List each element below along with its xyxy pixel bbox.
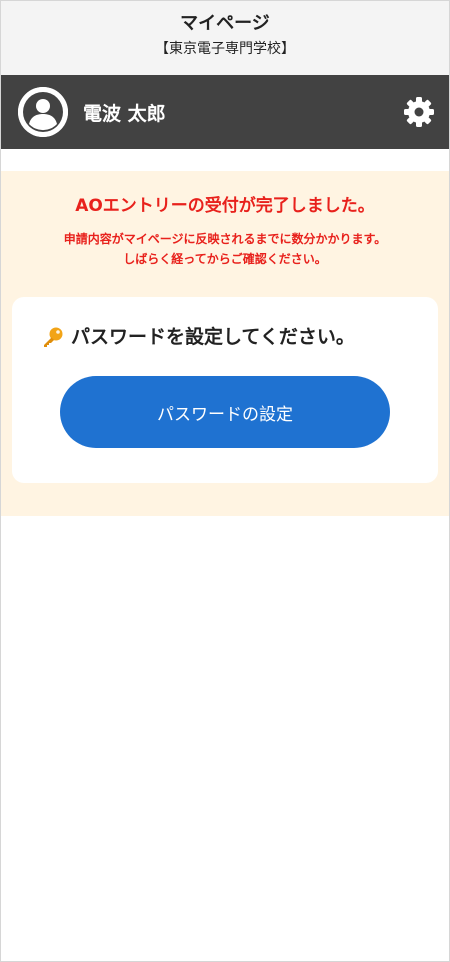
notice-detail-line-1: 申請内容がマイページに反映されるまでに数分かかります。 bbox=[63, 232, 387, 246]
notice-detail: 申請内容がマイページに反映されるまでに数分かかります。 しばらく経ってからご確認… bbox=[1, 229, 449, 269]
user-name: 電波 太郎 bbox=[83, 102, 166, 125]
password-prompt: パスワードを設定してください。 bbox=[12, 323, 438, 351]
app-frame: マイページ 【東京電子専門学校】 電波 太郎 AOエントリーの受付が完了しました… bbox=[0, 0, 450, 962]
user-bar: 電波 太郎 bbox=[1, 75, 449, 149]
key-icon bbox=[41, 325, 65, 349]
gear-icon[interactable] bbox=[403, 96, 435, 128]
school-name: 【東京電子専門学校】 bbox=[155, 41, 295, 57]
set-password-button[interactable]: パスワードの設定 bbox=[60, 376, 390, 448]
notice-headline: AOエントリーの受付が完了しました。 bbox=[75, 196, 375, 216]
page-title: マイページ bbox=[180, 13, 270, 34]
password-card: パスワードを設定してください。 パスワードの設定 bbox=[12, 297, 438, 483]
completion-notice: AOエントリーの受付が完了しました。 申請内容がマイページに反映されるまでに数分… bbox=[1, 171, 449, 516]
notice-detail-line-2: しばらく経ってからご確認ください。 bbox=[123, 252, 327, 266]
user-avatar-icon bbox=[18, 87, 68, 137]
password-prompt-text: パスワードを設定してください。 bbox=[71, 326, 355, 348]
page-header: マイページ 【東京電子専門学校】 bbox=[1, 1, 449, 75]
